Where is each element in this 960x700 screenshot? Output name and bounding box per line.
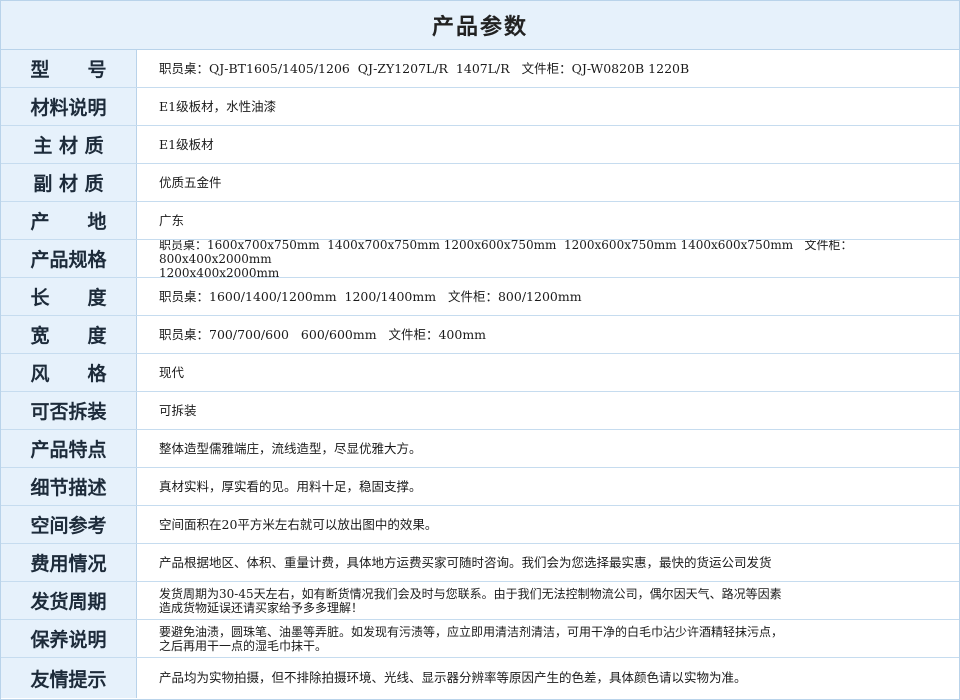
params-table: 型 号 职员桌：QJ-BT1605/1405/1206 QJ-ZY1207L/R…: [1, 50, 959, 699]
table-row: 友情提示 产品均为实物拍摄，但不排除拍摄环境、光线、显示器分辨率等原因产生的色差…: [1, 658, 959, 698]
row-label: 风 格: [1, 354, 137, 391]
table-row: 风 格 现代: [1, 354, 959, 392]
table-row: 产品规格 职员桌：1600x700x750mm 1400x700x750mm 1…: [1, 240, 959, 278]
row-value: 产品均为实物拍摄，但不排除拍摄环境、光线、显示器分辨率等原因产生的色差，具体颜色…: [159, 670, 747, 685]
table-row: 细节描述 真材实料，厚实看的见。用料十足，稳固支撑。: [1, 468, 959, 506]
table-row: 可否拆装 可拆装: [1, 392, 959, 430]
table-row: 发货周期 发货周期为30-45天左右，如有断货情况我们会及时与您联系。由于我们无…: [1, 582, 959, 620]
row-label: 宽 度: [1, 316, 137, 353]
row-value: 空间面积在20平方米左右就可以放出图中的效果。: [159, 516, 438, 532]
row-value: 真材实料，厚实看的见。用料十足，稳固支撑。: [159, 478, 422, 494]
table-row: 材料说明 E1级板材，水性油漆: [1, 88, 959, 126]
row-value: 职员桌：QJ-BT1605/1405/1206 QJ-ZY1207L/R 140…: [159, 60, 690, 76]
row-label: 材料说明: [1, 88, 137, 125]
table-row: 空间参考 空间面积在20平方米左右就可以放出图中的效果。: [1, 506, 959, 544]
row-value: E1级板材: [159, 136, 214, 152]
row-value: 职员桌：1600x700x750mm 1400x700x750mm 1200x6…: [159, 240, 853, 277]
row-label: 保养说明: [1, 620, 137, 657]
row-label: 细节描述: [1, 468, 137, 505]
row-label: 型 号: [1, 50, 137, 87]
row-value: 要避免油渍，圆珠笔、油墨等弄脏。如发现有污渍等，应立即用清洁剂清洁，可用干净的白…: [159, 624, 784, 653]
row-value: 可拆装: [159, 402, 197, 418]
row-label: 空间参考: [1, 506, 137, 543]
row-label: 可否拆装: [1, 392, 137, 429]
table-row: 长 度 职员桌：1600/1400/1200mm 1200/1400mm 文件柜…: [1, 278, 959, 316]
row-label: 发货周期: [1, 582, 137, 619]
row-value: 整体造型儒雅端庄，流线造型，尽显优雅大方。: [159, 440, 422, 456]
row-value: 发货周期为30-45天左右，如有断货情况我们会及时与您联系。由于我们无法控制物流…: [159, 586, 782, 615]
row-label: 友情提示: [1, 658, 137, 698]
table-row: 主 材 质 E1级板材: [1, 126, 959, 164]
row-label: 副 材 质: [1, 164, 137, 201]
row-value: 产品根据地区、体积、重量计费，具体地方运费买家可随时咨询。我们会为您选择最实惠，…: [159, 554, 772, 570]
table-row: 副 材 质 优质五金件: [1, 164, 959, 202]
table-row: 型 号 职员桌：QJ-BT1605/1405/1206 QJ-ZY1207L/R…: [1, 50, 959, 88]
row-value: 现代: [159, 364, 185, 380]
table-row: 费用情况 产品根据地区、体积、重量计费，具体地方运费买家可随时咨询。我们会为您选…: [1, 544, 959, 582]
row-value: 职员桌：700/700/600 600/600mm 文件柜：400mm: [159, 326, 487, 342]
row-label: 产品特点: [1, 430, 137, 467]
row-label: 长 度: [1, 278, 137, 315]
table-row: 保养说明 要避免油渍，圆珠笔、油墨等弄脏。如发现有污渍等，应立即用清洁剂清洁，可…: [1, 620, 959, 658]
row-label: 费用情况: [1, 544, 137, 581]
row-value: 优质五金件: [159, 174, 222, 190]
table-row: 产品特点 整体造型儒雅端庄，流线造型，尽显优雅大方。: [1, 430, 959, 468]
row-label: 主 材 质: [1, 126, 137, 163]
table-row: 宽 度 职员桌：700/700/600 600/600mm 文件柜：400mm: [1, 316, 959, 354]
row-value: E1级板材，水性油漆: [159, 98, 277, 114]
product-params-sheet: 产品参数 型 号 职员桌：QJ-BT1605/1405/1206 QJ-ZY12…: [0, 0, 960, 700]
row-label: 产品规格: [1, 240, 137, 277]
page-title: 产品参数: [1, 1, 959, 50]
row-value: 广东: [159, 212, 185, 228]
row-value: 职员桌：1600/1400/1200mm 1200/1400mm 文件柜：800…: [159, 288, 582, 304]
row-label: 产 地: [1, 202, 137, 239]
table-row: 产 地 广东: [1, 202, 959, 240]
